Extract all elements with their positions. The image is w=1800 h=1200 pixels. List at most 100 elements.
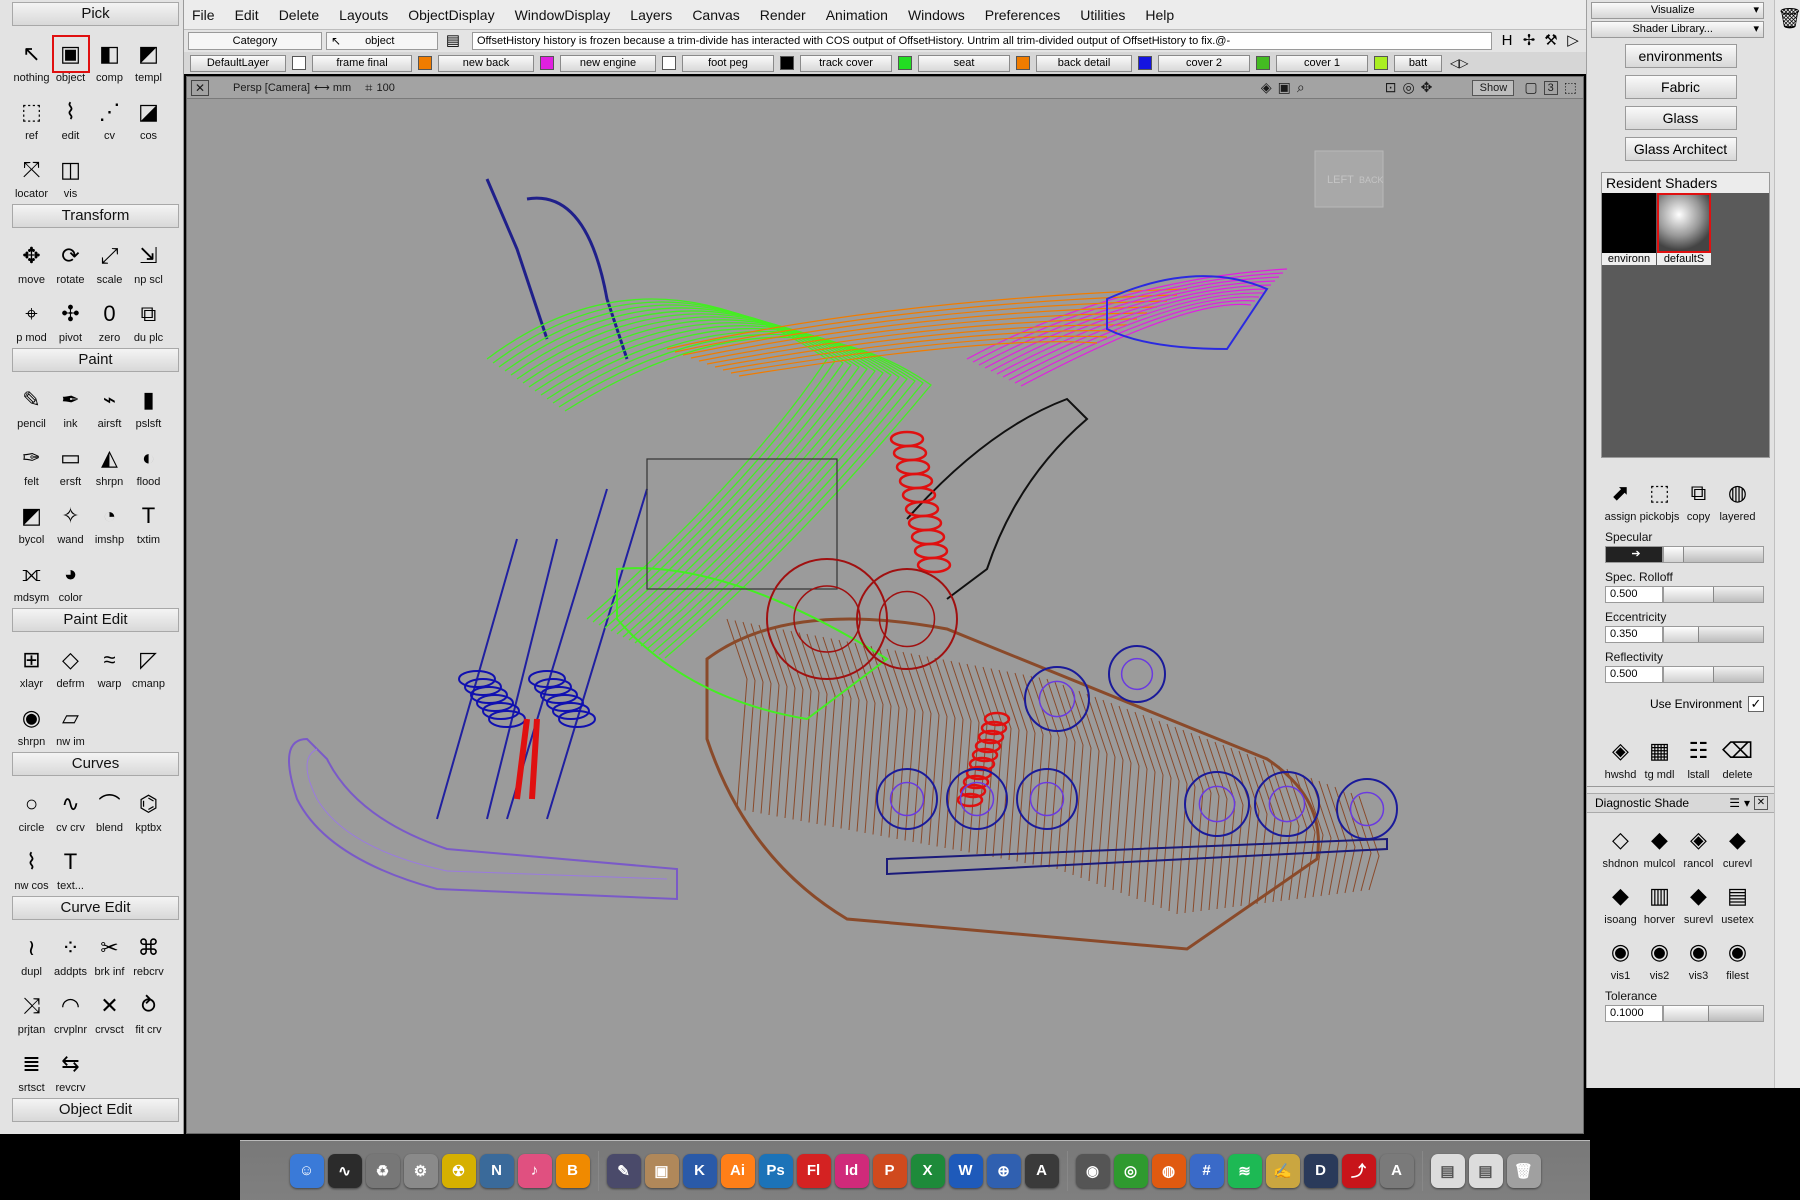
layer-name[interactable]: DefaultLayer [190, 54, 286, 72]
layer-frame-final[interactable]: frame final [312, 54, 432, 72]
perspective-viewport[interactable]: ✕ Persp [Camera] ⟷ mm ⌗ 100 ◈ ▣ ⌕ ⊡ ◎ ✥ … [186, 76, 1584, 1134]
tool-scale[interactable]: ⤢ scale [90, 231, 129, 287]
layer-foot-peg[interactable]: foot peg [682, 54, 794, 72]
dock-acrobat-icon[interactable]: ⤴ [1341, 1153, 1376, 1188]
tool-locator[interactable]: ⤧ locator [12, 145, 51, 201]
tool-fit-crv[interactable]: ⥁ fit crv [129, 981, 168, 1037]
current-tool-field[interactable]: ↖ object [326, 32, 438, 50]
tool-defrm[interactable]: ◇ defrm [51, 635, 90, 691]
diagnostic-vis2[interactable]: ◉ vis2 [1640, 927, 1679, 983]
library-glass[interactable]: Glass [1624, 106, 1737, 130]
shader-tool-lstall[interactable]: ☷ lstall [1679, 726, 1718, 782]
layer-back-detail[interactable]: back detail [1036, 54, 1152, 72]
layer-name[interactable]: batt [1394, 54, 1442, 72]
param-value-field[interactable]: 0.500 [1605, 666, 1663, 683]
param-slider[interactable]: 0.350 [1605, 626, 1764, 644]
tool-object[interactable]: ▣ object [51, 29, 90, 85]
dock-spotify-icon[interactable]: ≋ [1227, 1153, 1262, 1188]
diagnostic-vis1[interactable]: ◉ vis1 [1601, 927, 1640, 983]
tool-move[interactable]: ✥ move [12, 231, 51, 287]
dock-powerpoint-icon[interactable]: P [872, 1153, 907, 1188]
dock-illustrator-icon[interactable]: Ai [720, 1153, 755, 1188]
visualize-menu[interactable]: Visualize ▾ [1591, 2, 1764, 19]
menu-animation[interactable]: Animation [826, 7, 888, 23]
dock-trash-utility-icon[interactable]: ♻ [365, 1153, 400, 1188]
tool-airsft[interactable]: ⌁ airsft [90, 375, 129, 431]
tool-circle[interactable]: ○ circle [12, 779, 51, 835]
dock-photoshop-icon[interactable]: Ps [758, 1153, 793, 1188]
menu-icon[interactable]: ☰ [1729, 796, 1740, 810]
tool-pslsft[interactable]: ▮ pslsft [129, 375, 168, 431]
menu-delete[interactable]: Delete [279, 7, 319, 23]
layer-name[interactable]: new back [438, 54, 534, 72]
shader-action-assign[interactable]: ⬈ assign [1601, 468, 1640, 524]
menu-layouts[interactable]: Layouts [339, 7, 388, 23]
play-icon[interactable]: ▷ [1564, 32, 1582, 50]
param-slider[interactable]: ➔ [1605, 546, 1764, 564]
shader-swatch[interactable]: defaultS [1657, 193, 1711, 265]
tool-ink[interactable]: ✒ ink [51, 375, 90, 431]
layer-track-cover[interactable]: track cover [800, 54, 912, 72]
menu-windowdisplay[interactable]: WindowDisplay [515, 7, 611, 23]
dock-firefox-icon[interactable]: ◍ [1151, 1153, 1186, 1188]
dock-radiation-app-icon[interactable]: ☢ [441, 1153, 476, 1188]
tool-text[interactable]: Ttext... [51, 837, 90, 893]
dock-document-1-icon[interactable]: ▤ [1430, 1153, 1465, 1188]
history-icon[interactable]: H [1498, 32, 1516, 50]
library-fabric[interactable]: Fabric [1624, 75, 1737, 99]
tool-kptbx[interactable]: ⌬ kptbx [129, 779, 168, 835]
camera-tumble-icon[interactable]: ◈ [1261, 79, 1272, 96]
show-button[interactable]: Show [1472, 79, 1515, 96]
layer-color-swatch[interactable] [662, 56, 676, 70]
prompt-history-icon[interactable]: ▤ [444, 32, 462, 50]
layer-color-swatch[interactable] [292, 56, 306, 70]
tool-cmanp[interactable]: ◸ cmanp [129, 635, 168, 691]
palette-section-pick[interactable]: Pick [12, 2, 179, 26]
layer-color-swatch[interactable] [898, 56, 912, 70]
diagnostic-usetex[interactable]: ▤ usetex [1718, 871, 1757, 927]
tool-shrpn[interactable]: ◉ shrpn [12, 693, 51, 749]
construction-icon[interactable]: ⚒ [1542, 32, 1560, 50]
tool-rotate[interactable]: ⟳ rotate [51, 231, 90, 287]
dock-preview-icon[interactable]: ▣ [644, 1153, 679, 1188]
tool-dupl[interactable]: ≀ dupl [12, 923, 51, 979]
tool-rebcrv[interactable]: ⌘ rebcrv [129, 923, 168, 979]
tool-vis[interactable]: ◫ vis [51, 145, 90, 201]
layer-color-swatch[interactable] [540, 56, 554, 70]
dock-word-icon[interactable]: W [948, 1153, 983, 1188]
diagnostic-horver[interactable]: ▥ horver [1640, 871, 1679, 927]
layer-cover-1[interactable]: cover 1 [1276, 54, 1388, 72]
tool-bycol[interactable]: ◩ bycol [12, 491, 51, 547]
tolerance-track[interactable] [1663, 1005, 1764, 1022]
snap-icon[interactable]: ✢ [1520, 32, 1538, 50]
dock-diablo-icon[interactable]: D [1303, 1153, 1338, 1188]
layer-scroll-arrows-icon[interactable]: ◁▷ [1450, 56, 1468, 70]
layer-new-engine[interactable]: new engine [560, 54, 676, 72]
tool-revcrv[interactable]: ⇆ revcrv [51, 1039, 90, 1095]
tool-edit[interactable]: ⌇ edit [51, 87, 90, 143]
library-environments[interactable]: environments [1624, 44, 1737, 68]
dock-indesign-icon[interactable]: Id [834, 1153, 869, 1188]
palette-section-curve-edit[interactable]: Curve Edit [12, 896, 179, 920]
tool-nw-im[interactable]: ▱ nw im [51, 693, 90, 749]
dock-sticky-notes-icon[interactable]: ✍ [1265, 1153, 1300, 1188]
dock-keyshot-icon[interactable]: ⊕ [986, 1153, 1021, 1188]
shader-tool-delete[interactable]: ⌫ delete [1718, 726, 1757, 782]
layer-name[interactable]: new engine [560, 54, 656, 72]
tool-ref[interactable]: ⬚ ref [12, 87, 51, 143]
layer-name[interactable]: frame final [312, 54, 412, 72]
palette-section-object-edit[interactable]: Object Edit [12, 1098, 179, 1122]
dock-activity-monitor-icon[interactable]: ∿ [327, 1153, 362, 1188]
layer-color-swatch[interactable] [1016, 56, 1030, 70]
tool-felt[interactable]: ✑ felt [12, 433, 51, 489]
palette-section-paint[interactable]: Paint [12, 348, 179, 372]
tolerance-value[interactable]: 0.1000 [1605, 1005, 1663, 1022]
tool-templ[interactable]: ◩ templ [129, 29, 168, 85]
diagnostic-mulcol[interactable]: ◆ mulcol [1640, 815, 1679, 871]
palette-section-paint-edit[interactable]: Paint Edit [12, 608, 179, 632]
dock-excel-icon[interactable]: X [910, 1153, 945, 1188]
shader-tool-hwshd[interactable]: ◈ hwshd [1601, 726, 1640, 782]
layer-color-swatch[interactable] [780, 56, 794, 70]
tool-np-scl[interactable]: ⇲ np scl [129, 231, 168, 287]
diagnostic-isoang[interactable]: ◆ isoang [1601, 871, 1640, 927]
